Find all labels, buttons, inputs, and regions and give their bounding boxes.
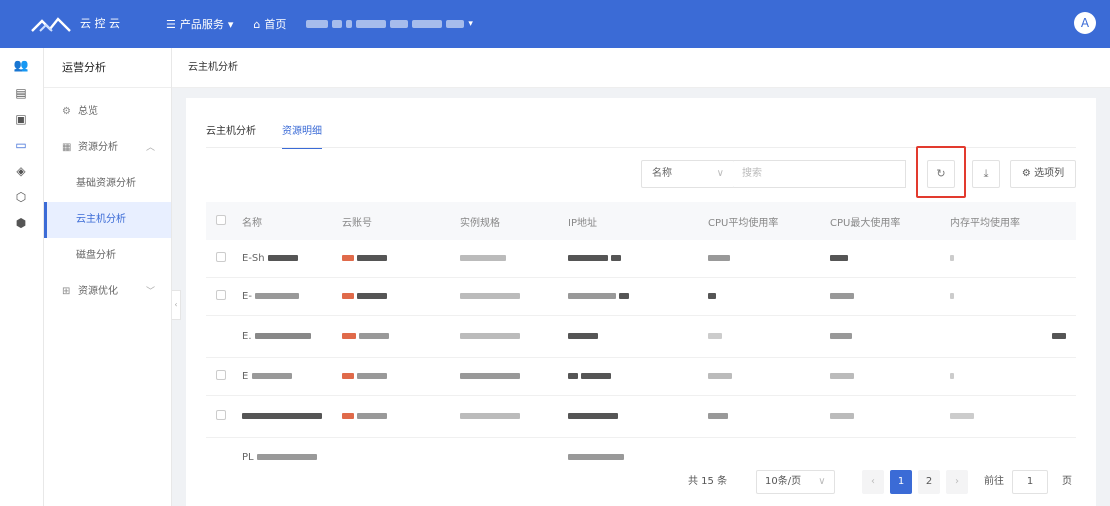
table-row[interactable]: E-Sh — [206, 240, 1076, 278]
host-name[interactable]: PL — [242, 452, 254, 463]
sidebar-item-label: 总览 — [78, 106, 98, 117]
sidebar-collapse-handle[interactable]: ‹ — [172, 290, 181, 320]
table-row[interactable] — [206, 396, 1076, 438]
table-row[interactable]: E- — [206, 278, 1076, 316]
total-count: 共 15 条 — [688, 476, 728, 487]
products-menu[interactable]: ☰ 产品服务 ▾ — [166, 16, 233, 32]
column-header[interactable]: IP地址 — [568, 214, 708, 229]
home-link-label: 首页 — [264, 18, 287, 31]
region-selector[interactable]: ▾ — [306, 19, 473, 29]
table-toolbar: 名称 ∨ 搜索 ↻ ⤓ ⚙ 选项列 — [186, 146, 1096, 198]
next-page-button[interactable]: › — [946, 470, 968, 494]
sidebar-item-resource-optimize[interactable]: ⊞ 资源优化 ﹀ — [44, 274, 171, 310]
sidebar-item-label: 磁盘分析 — [76, 250, 116, 261]
brand-logo[interactable]: 云 控 云 — [30, 15, 160, 33]
chevron-down-icon: ∨ — [716, 168, 724, 179]
analytics-icon[interactable]: ▭ — [12, 136, 30, 154]
search-input[interactable]: 搜索 — [734, 160, 906, 188]
column-header[interactable]: 内存平均使用率 — [950, 214, 1076, 229]
page-size-value: 10条/页 — [765, 476, 802, 487]
products-menu-label: 产品服务 — [179, 18, 224, 31]
shield-icon[interactable]: ◈ — [12, 162, 30, 180]
home-link[interactable]: ⌂ 首页 — [253, 16, 286, 32]
sidebar-item-resource-analysis[interactable]: ▦ 资源分析 ︿ — [44, 130, 171, 166]
pagination: 共 15 条 10条/页 ∨ ‹ 1 2 › 前往 1 页 — [186, 470, 1096, 494]
chevron-down-icon: ∨ — [818, 476, 826, 487]
column-header[interactable]: 名称 — [236, 214, 342, 229]
row-checkbox[interactable] — [216, 370, 226, 380]
users-icon[interactable]: 👥 — [12, 56, 30, 74]
page-unit-label: 页 — [1062, 476, 1072, 487]
table-header: 名称 云账号 实例规格 IP地址 CPU平均使用率 CPU最大使用率 内存平均使… — [206, 202, 1076, 240]
user-avatar[interactable]: A — [1074, 12, 1096, 34]
home-icon: ⌂ — [253, 17, 261, 31]
resource-table: 名称 云账号 实例规格 IP地址 CPU平均使用率 CPU最大使用率 内存平均使… — [206, 202, 1076, 476]
gear-icon: ⚙ — [62, 106, 71, 117]
table-row[interactable]: E. — [206, 316, 1076, 358]
sidebar-item-label: 云主机分析 — [76, 214, 126, 225]
filter-field-value: 名称 — [652, 168, 672, 179]
sidebar-item-basic-resource[interactable]: 基础资源分析 — [44, 166, 171, 202]
host-name[interactable]: E- — [242, 291, 252, 302]
filter-field-select[interactable]: 名称 ∨ — [641, 160, 735, 188]
table-row[interactable]: E — [206, 358, 1076, 396]
chevron-up-icon: ︿ — [145, 143, 155, 153]
sidebar-item-label: 基础资源分析 — [76, 178, 136, 189]
chevron-down-icon: ﹀ — [145, 287, 155, 297]
sidebar-item-cloud-host[interactable]: 云主机分析 — [44, 202, 171, 238]
row-checkbox[interactable] — [216, 252, 226, 262]
sidebar-item-label: 资源优化 — [78, 286, 118, 297]
page-size-select[interactable]: 10条/页 ∨ — [756, 470, 835, 494]
caret-down-icon: ▾ — [468, 19, 473, 29]
download-button[interactable]: ⤓ — [972, 160, 1000, 188]
goto-page-input[interactable]: 1 — [1012, 470, 1048, 494]
logo-mark-icon — [30, 15, 72, 33]
prev-page-button[interactable]: ‹ — [862, 470, 884, 494]
columns-button-label: 选项列 — [1034, 168, 1065, 179]
chevron-right-icon: › — [955, 476, 959, 487]
page-number[interactable]: 1 — [890, 470, 912, 494]
box-icon[interactable]: ⬡ — [12, 188, 30, 206]
goto-label: 前往 — [984, 476, 1004, 487]
tab-cloud-host-analysis[interactable]: 云主机分析 — [206, 122, 256, 149]
host-name[interactable]: E-Sh — [242, 253, 265, 264]
tab-resource-detail[interactable]: 资源明细 — [282, 122, 322, 149]
column-header[interactable]: 云账号 — [342, 214, 460, 229]
gear-icon: ⚙ — [1021, 168, 1031, 179]
host-name[interactable]: E. — [242, 331, 252, 342]
breadcrumb: 云主机分析 — [172, 48, 1110, 88]
main-card: 云主机分析 资源明细 名称 ∨ 搜索 ↻ ⤓ ⚙ 选项列 名称 云账号 实例规格… — [186, 98, 1096, 506]
icon-rail: 👥 ▤ ▣ ▭ ◈ ⬡ ⬢ — [0, 48, 44, 506]
chevron-left-icon: ‹ — [871, 476, 875, 487]
download-icon: ⤓ — [983, 167, 989, 180]
row-checkbox[interactable] — [216, 410, 226, 420]
column-header[interactable]: 实例规格 — [460, 214, 568, 229]
sidebar-item-disk[interactable]: 磁盘分析 — [44, 238, 171, 274]
row-checkbox[interactable] — [216, 290, 226, 300]
menu-icon: ☰ — [166, 17, 176, 31]
refresh-icon: ↻ — [936, 167, 946, 180]
columns-button[interactable]: ⚙ 选项列 — [1010, 160, 1076, 188]
monitor-icon[interactable]: ▣ — [12, 110, 30, 128]
chart-icon: ▦ — [62, 142, 72, 153]
brand-name: 云 控 云 — [80, 16, 120, 30]
select-all-checkbox[interactable] — [216, 214, 226, 225]
column-header[interactable]: CPU平均使用率 — [708, 214, 830, 229]
refresh-button[interactable]: ↻ — [927, 160, 955, 188]
sidebar-item-overview[interactable]: ⚙ 总览 — [44, 94, 171, 130]
caret-down-icon: ▾ — [227, 17, 234, 31]
column-header[interactable]: CPU最大使用率 — [830, 214, 950, 229]
sidebar-item-label: 资源分析 — [78, 142, 118, 153]
host-name[interactable]: E — [242, 371, 248, 382]
optimize-icon: ⊞ — [62, 286, 71, 297]
server-icon[interactable]: ▤ — [12, 84, 30, 102]
sidebar: 运营分析 ⚙ 总览 ▦ 资源分析 ︿ 基础资源分析 云主机分析 磁盘分析 ⊞ 资源优化… — [44, 48, 172, 506]
top-navbar: 云 控 云 ☰ 产品服务 ▾ ⌂ 首页 ▾ A — [0, 0, 1110, 48]
page-number[interactable]: 2 — [918, 470, 940, 494]
stack-icon[interactable]: ⬢ — [12, 214, 30, 232]
sidebar-title: 运营分析 — [44, 48, 171, 88]
